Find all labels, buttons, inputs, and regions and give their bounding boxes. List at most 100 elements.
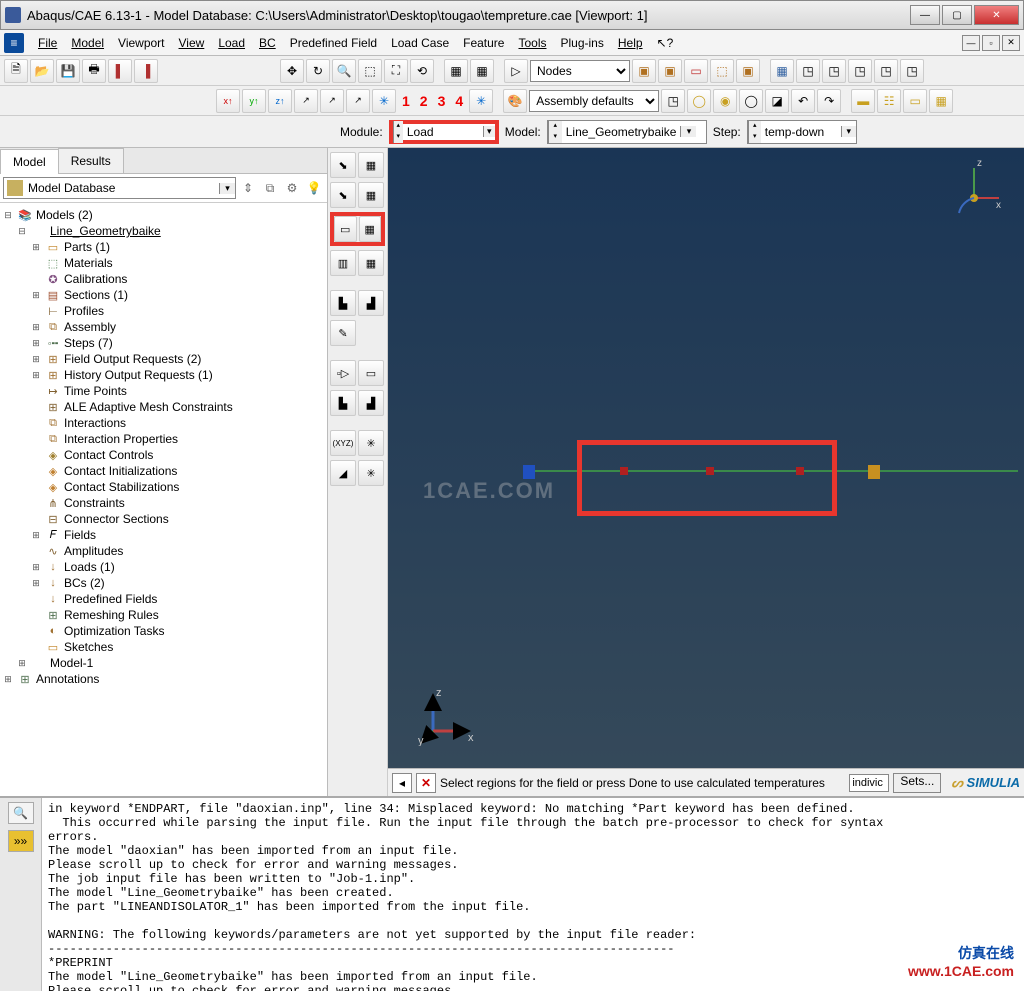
filter-icon[interactable]: ⚙ [282,178,302,198]
expander-icon[interactable]: ⊞ [30,562,42,573]
expander-icon[interactable]: ⊞ [30,354,42,365]
render3-icon[interactable]: ◳ [822,59,846,83]
expander-icon[interactable]: ⊟ [16,226,28,237]
cube2-icon[interactable]: ▣ [658,59,682,83]
expander-icon[interactable]: ⊞ [30,530,42,541]
expander-icon[interactable]: ⊞ [30,290,42,301]
tool-case-manager-icon[interactable]: ▦ [358,250,384,276]
prompt-cancel-button[interactable]: ✕ [416,773,436,793]
cube1-icon[interactable]: ▣ [632,59,656,83]
expander-icon[interactable]: ⊞ [16,658,28,669]
tab-model[interactable]: Model [0,149,59,174]
minimize-button[interactable]: — [910,5,940,25]
link-icon[interactable]: ⬚ [710,59,734,83]
tree-item[interactable]: ◐Optimization Tasks [2,623,325,639]
csys-xy-icon[interactable]: ↗ [294,89,318,113]
mdi-restore-button[interactable]: ▫ [982,35,1000,51]
render4-icon[interactable]: ◳ [848,59,872,83]
spin-up-down-icon[interactable]: ⇕ [238,178,258,198]
tool-case-create-icon[interactable]: ▥ [330,250,356,276]
tree-item[interactable]: ⊞▤Sections (1) [2,287,325,303]
model-tree[interactable]: ⊟📚Models (2)⊟Line_Geometrybaike⊞▭Parts (… [0,203,327,796]
step-combo[interactable]: ▴▾ temp-down ▾ [747,120,857,144]
csys-iso2-icon[interactable]: ✳ [469,89,493,113]
tree-item[interactable]: ⊞ALE Adaptive Mesh Constraints [2,399,325,415]
expander-icon[interactable]: ⊞ [2,674,14,685]
tool-edit-icon[interactable]: ✎ [330,320,356,346]
expander-icon[interactable]: ⊞ [30,370,42,381]
tree-item[interactable]: ⊞Model-1 [2,655,325,671]
tree-item[interactable]: ⊟Line_Geometrybaike [2,223,325,239]
ex3-icon[interactable]: ▭ [903,89,927,113]
mdi-close-button[interactable]: ✕ [1002,35,1020,51]
tool-datum-icon[interactable]: ✳ [358,430,384,456]
tool-load-create-icon[interactable]: ⬊ [330,152,356,178]
redo-icon[interactable]: ↷ [817,89,841,113]
fit-icon[interactable]: ⛶ [384,59,408,83]
ex4-icon[interactable]: ▦ [929,89,953,113]
view-shortcut-4[interactable]: 4 [451,93,467,109]
zoom-icon[interactable]: 🔍 [332,59,356,83]
save-icon[interactable]: 💾 [56,59,80,83]
menu-view[interactable]: View [173,33,211,53]
tree-item[interactable]: ⧉Interaction Properties [2,431,325,447]
undo-icon[interactable]: ↶ [791,89,815,113]
copy-icon[interactable]: ⧉ [260,178,280,198]
menu-load[interactable]: Load [212,33,251,53]
context-help-icon[interactable]: ↖? [651,33,680,53]
mdi-minimize-button[interactable]: — [962,35,980,51]
tree-source-combo[interactable]: Model Database ▾ [3,177,236,199]
tool-bc-create-icon[interactable]: ⬊ [330,182,356,208]
expander-icon[interactable]: ⊟ [2,210,14,221]
tree-item[interactable]: ◈Contact Initializations [2,463,325,479]
cycle-icon[interactable]: ⟲ [410,59,434,83]
expander-icon[interactable]: ⊞ [30,578,42,589]
expander-icon[interactable]: ⊞ [30,322,42,333]
console-text[interactable]: in keyword *ENDPART, file "daoxian.inp",… [42,798,1024,991]
menu-predefined-field[interactable]: Predefined Field [284,33,383,53]
highlight-icon[interactable]: 💡 [304,178,324,198]
tree-item[interactable]: ∿Amplitudes [2,543,325,559]
tool-bc-manager-icon[interactable]: ▦ [358,182,384,208]
grid2-icon[interactable]: ▦ [470,59,494,83]
tree-item[interactable]: ✪Calibrations [2,271,325,287]
expander-icon[interactable]: ⊞ [30,338,42,349]
tree-item[interactable]: ⊟📚Models (2) [2,207,325,223]
print-icon[interactable]: 🖶 [82,59,106,83]
tree-item[interactable]: ↓Predefined Fields [2,591,325,607]
prompt-back-button[interactable]: ◂ [392,773,412,793]
tree-item[interactable]: ▭Sketches [2,639,325,655]
viewport[interactable]: z x z x y 1CAE.COM [388,148,1024,796]
csys-y-icon[interactable]: y↑ [242,89,266,113]
sets-button[interactable]: Sets... [893,773,941,793]
dg-circ1-icon[interactable]: ◯ [687,89,711,113]
display-group-combo[interactable]: Assembly defaults [529,90,659,112]
grid1-icon[interactable]: ▦ [444,59,468,83]
tree-item[interactable]: ⊞⊞History Output Requests (1) [2,367,325,383]
tree-item[interactable]: ⊞↓Loads (1) [2,559,325,575]
db-icon[interactable]: ▌ [108,59,132,83]
tree-item[interactable]: ◈Contact Controls [2,447,325,463]
tree-item[interactable]: ⧉Interactions [2,415,325,431]
tool-p1-icon[interactable]: ◢ [330,460,356,486]
ex1-icon[interactable]: ▬ [851,89,875,113]
tree-item[interactable]: ↦Time Points [2,383,325,399]
tree-item[interactable]: ⋔Constraints [2,495,325,511]
csys-yz-icon[interactable]: ↗ [320,89,344,113]
maximize-button[interactable]: ▢ [942,5,972,25]
tree-item[interactable]: ⊟Connector Sections [2,511,325,527]
console-cli-icon[interactable]: »» [8,830,34,852]
tool-sel2-icon[interactable]: ▭ [358,360,384,386]
dg-cube-icon[interactable]: ◳ [661,89,685,113]
tree-item[interactable]: ⬚Materials [2,255,325,271]
menu-bc[interactable]: BC [253,33,282,53]
pan-icon[interactable]: ✥ [280,59,304,83]
tool-p2-icon[interactable]: ✳ [358,460,384,486]
menu-plugins[interactable]: Plug-ins [555,33,610,53]
csys-z-icon[interactable]: z↑ [268,89,292,113]
palette-icon[interactable]: 🎨 [503,89,527,113]
close-button[interactable]: ✕ [974,5,1019,25]
zoom-box-icon[interactable]: ⬚ [358,59,382,83]
cube3-icon[interactable]: ▣ [736,59,760,83]
tree-item[interactable]: ◈Contact Stabilizations [2,479,325,495]
